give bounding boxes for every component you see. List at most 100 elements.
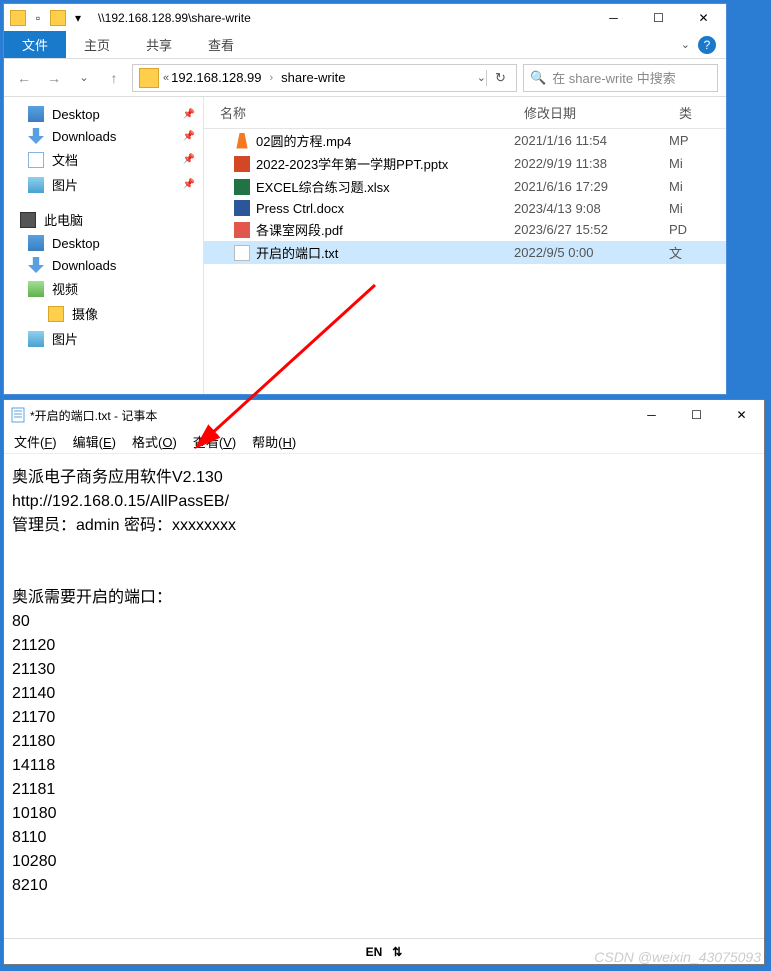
qat-dropdown-icon[interactable]: ▾ [70, 10, 86, 26]
minimize-button[interactable]: ─ [629, 402, 674, 429]
address-dropdown[interactable]: ⌄ [477, 71, 486, 84]
search-input[interactable]: 🔍 在 share-write 中搜索 [523, 64, 718, 92]
file-date: 2023/4/13 9:08 [514, 201, 669, 216]
window-title: \\192.168.128.99\share-write [92, 11, 591, 25]
sidebar-item[interactable]: 摄像 [4, 301, 203, 326]
help-icon[interactable]: ? [698, 36, 716, 54]
sidebar-item[interactable]: Desktop📌 [4, 103, 203, 125]
history-dropdown[interactable]: ⌄ [72, 66, 96, 90]
sidebar-item[interactable]: 图片 [4, 326, 203, 351]
pc-icon [20, 212, 36, 228]
column-date[interactable]: 修改日期 [514, 97, 669, 128]
notepad-titlebar[interactable]: *开启的端口.txt - 记事本 ─ ☐ ✕ [4, 400, 764, 430]
up-button[interactable]: ↑ [102, 66, 126, 90]
file-row[interactable]: 开启的端口.txt2022/9/5 0:00文 [204, 241, 726, 264]
sidebar-item[interactable]: Downloads [4, 254, 203, 276]
file-list: 名称 修改日期 类 02圆的方程.mp42021/1/16 11:54MP202… [204, 97, 726, 394]
pin-icon[interactable]: 📌 [183, 131, 195, 142]
qat-properties-icon[interactable]: ▫ [30, 10, 46, 26]
tab-share[interactable]: 共享 [128, 31, 190, 58]
pdf-icon [234, 222, 250, 238]
doc-icon [28, 152, 44, 168]
pin-icon[interactable]: 📌 [183, 179, 195, 190]
file-date: 2023/6/27 15:52 [514, 222, 669, 237]
file-name: EXCEL综合练习题.xlsx [256, 177, 390, 196]
file-date: 2022/9/5 0:00 [514, 245, 669, 260]
file-date: 2021/1/16 11:54 [514, 133, 669, 148]
breadcrumb-item[interactable]: 192.168.128.99 [169, 70, 263, 85]
navigation-pane[interactable]: Desktop📌Downloads📌文档📌图片📌此电脑DesktopDownlo… [4, 97, 204, 394]
notepad-window: *开启的端口.txt - 记事本 ─ ☐ ✕ 文件(F) 编辑(E) 格式(O)… [3, 399, 765, 965]
chevron-right-icon[interactable]: › [268, 72, 276, 84]
sidebar-label: 文档 [52, 150, 78, 169]
sidebar-item[interactable]: Desktop [4, 232, 203, 254]
column-headers: 名称 修改日期 类 [204, 97, 726, 129]
maximize-button[interactable]: ☐ [674, 402, 719, 429]
refresh-button[interactable]: ↻ [486, 70, 514, 86]
tab-view[interactable]: 查看 [190, 31, 252, 58]
file-type: Mi [669, 201, 726, 216]
minimize-button[interactable]: ─ [591, 4, 636, 31]
folder-open-icon[interactable] [50, 10, 66, 26]
tab-home[interactable]: 主页 [66, 31, 128, 58]
file-name: 2022-2023学年第一学期PPT.pptx [256, 154, 448, 173]
menu-edit[interactable]: 编辑(E) [73, 432, 116, 451]
close-button[interactable]: ✕ [681, 4, 726, 31]
file-row[interactable]: 2022-2023学年第一学期PPT.pptx 2022/9/19 11:38Mi [204, 152, 726, 175]
download-icon [28, 128, 44, 144]
close-button[interactable]: ✕ [719, 402, 764, 429]
sidebar-item[interactable]: Downloads📌 [4, 125, 203, 147]
pic-icon [28, 177, 44, 193]
desktop-icon [28, 106, 44, 122]
menu-format[interactable]: 格式(O) [132, 432, 177, 451]
sidebar-label: 图片 [52, 175, 78, 194]
docx-icon [234, 200, 250, 216]
vlc-icon [234, 133, 250, 149]
tab-file[interactable]: 文件 [4, 31, 66, 58]
menu-file[interactable]: 文件(F) [14, 432, 57, 451]
sidebar-label: 此电脑 [44, 210, 83, 229]
column-type[interactable]: 类 [669, 97, 726, 128]
sidebar-item[interactable]: 视频 [4, 276, 203, 301]
ime-language[interactable]: EN [366, 945, 383, 959]
sidebar-item[interactable]: 图片 📌 [4, 172, 203, 197]
menu-bar: 文件(F) 编辑(E) 格式(O) 查看(V) 帮助(H) [4, 430, 764, 454]
sidebar-item[interactable]: 文档 📌 [4, 147, 203, 172]
address-bar[interactable]: « 192.168.128.99 › share-write ⌄ ↻ [132, 64, 517, 92]
pin-icon[interactable]: 📌 [183, 109, 195, 120]
folder-icon [48, 306, 64, 322]
desktop-icon [28, 235, 44, 251]
maximize-button[interactable]: ☐ [636, 4, 681, 31]
pin-icon[interactable]: 📌 [183, 154, 195, 165]
file-row[interactable]: Press Ctrl.docx 2023/4/13 9:08Mi [204, 198, 726, 218]
file-name: 各课室网段.pdf [256, 220, 343, 239]
video-icon [28, 281, 44, 297]
back-button[interactable]: ← [12, 66, 36, 90]
notepad-icon [10, 407, 26, 423]
ribbon-expand-icon[interactable]: ⌄ [681, 38, 690, 51]
file-type: Mi [669, 156, 726, 171]
breadcrumb-item[interactable]: share-write [279, 70, 347, 85]
explorer-titlebar[interactable]: ▫ ▾ \\192.168.128.99\share-write ─ ☐ ✕ [4, 4, 726, 31]
sidebar-label: Desktop [52, 236, 100, 251]
ribbon-tabs: 文件 主页 共享 查看 ⌄ ? [4, 31, 726, 59]
file-row[interactable]: 02圆的方程.mp42021/1/16 11:54MP [204, 129, 726, 152]
file-type: PD [669, 222, 726, 237]
file-row[interactable]: 各课室网段.pdf 2023/6/27 15:52PD [204, 218, 726, 241]
text-content[interactable]: 奥派电子商务应用软件V2.130 http://192.168.0.15/All… [4, 454, 764, 938]
file-date: 2022/9/19 11:38 [514, 156, 669, 171]
folder-icon [10, 10, 26, 26]
forward-button[interactable]: → [42, 66, 66, 90]
menu-help[interactable]: 帮助(H) [252, 432, 296, 451]
pic-icon [28, 331, 44, 347]
ime-toggle-icon[interactable]: ⇅ [392, 945, 402, 959]
menu-view[interactable]: 查看(V) [193, 432, 236, 451]
file-name: Press Ctrl.docx [256, 201, 344, 216]
search-icon: 🔍 [530, 70, 546, 86]
explorer-window: ▫ ▾ \\192.168.128.99\share-write ─ ☐ ✕ 文… [3, 3, 727, 395]
file-row[interactable]: EXCEL综合练习题.xlsx2021/6/16 17:29Mi [204, 175, 726, 198]
breadcrumb: 192.168.128.99 › share-write [169, 70, 477, 85]
column-name[interactable]: 名称 [204, 97, 514, 128]
sidebar-label: 视频 [52, 279, 78, 298]
sidebar-this-pc[interactable]: 此电脑 [4, 207, 203, 232]
